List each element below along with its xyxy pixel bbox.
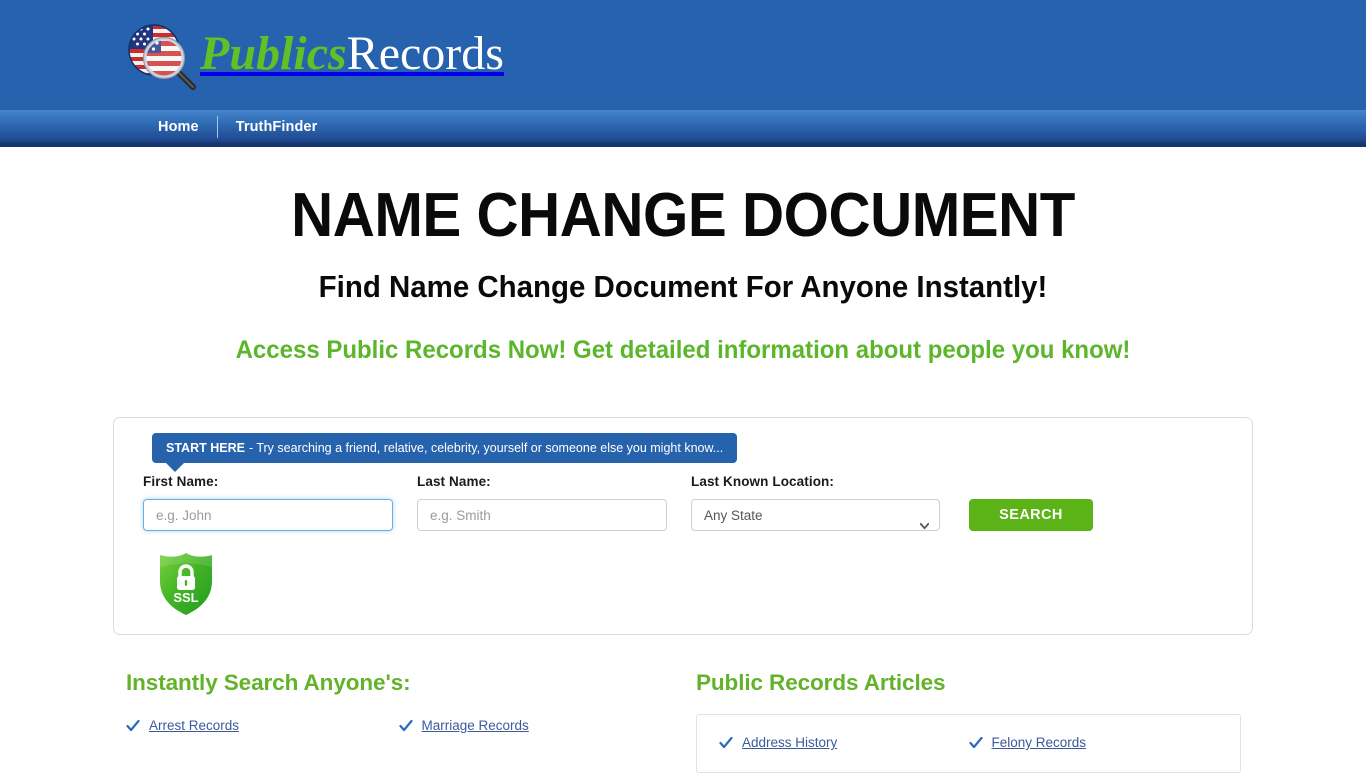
start-here-label: START HERE [166,441,245,455]
list-item: Marriage Records [398,718,672,733]
flag-magnifier-icon [124,20,198,92]
nav-item-home[interactable]: Home [140,120,217,135]
logo-word-publics: Publics [200,27,347,80]
link-felony-records[interactable]: Felony Records [992,735,1087,750]
public-records-articles-section: Public Records Articles Address History [696,670,1241,773]
instantly-search-title: Instantly Search Anyone's: [126,670,411,695]
last-name-label: Last Name: [417,474,491,489]
location-label: Last Known Location: [691,474,834,489]
link-arrest-records[interactable]: Arrest Records [149,718,239,733]
nav-item-truthfinder[interactable]: TruthFinder [218,120,336,135]
logo-wordmark: PublicsRecords [200,30,504,78]
instantly-search-links: Arrest Records Marriage Records [126,718,671,733]
link-marriage-records[interactable]: Marriage Records [422,718,529,733]
list-item: Address History [719,735,969,750]
search-button[interactable]: SEARCH [969,499,1093,531]
first-name-input[interactable] [143,499,393,531]
start-here-hint: - Try searching a friend, relative, cele… [248,441,724,455]
page-subtitle: Find Name Change Document For Anyone Ins… [318,269,1048,305]
site-logo[interactable]: PublicsRecords [124,17,504,95]
link-address-history[interactable]: Address History [742,735,837,750]
location-select-wrap: Any State [691,499,940,531]
checkmark-icon [398,719,413,733]
page-title: NAME CHANGE DOCUMENT [291,181,1075,250]
instantly-search-section: Instantly Search Anyone's: Arrest Record… [126,670,671,733]
svg-text:SSL: SSL [173,590,198,605]
location-select[interactable]: Any State [691,499,940,531]
list-item: Felony Records [968,735,1219,750]
list-item: Arrest Records [126,718,399,733]
last-name-group: Last Name: [417,474,667,531]
checkmark-icon [968,736,983,750]
search-panel: START HERE - Try searching a friend, rel… [113,417,1253,635]
search-fields-row: First Name: Last Name: Last Known Locati… [143,474,1093,531]
main-navigation: Home TruthFinder [0,110,1366,147]
articles-box: Address History Felony Records [696,714,1241,773]
start-here-banner: START HERE - Try searching a friend, rel… [152,433,738,472]
site-header: PublicsRecords [0,0,1366,110]
bottom-sections: Instantly Search Anyone's: Arrest Record… [0,670,1366,773]
logo-word-records: Records [346,27,504,80]
articles-links: Address History Felony Records [719,735,1218,750]
ssl-badge: SSL [156,551,216,617]
checkmark-icon [126,719,140,733]
hero-section: NAME CHANGE DOCUMENT Find Name Change Do… [0,147,1366,365]
first-name-group: First Name: [143,474,393,531]
last-name-input[interactable] [417,499,667,531]
articles-title: Public Records Articles [696,670,946,695]
location-group: Last Known Location: Any State [691,474,940,531]
checkmark-icon [719,736,733,750]
hero-tagline: Access Public Records Now! Get detailed … [235,336,1131,365]
first-name-label: First Name: [143,474,219,489]
